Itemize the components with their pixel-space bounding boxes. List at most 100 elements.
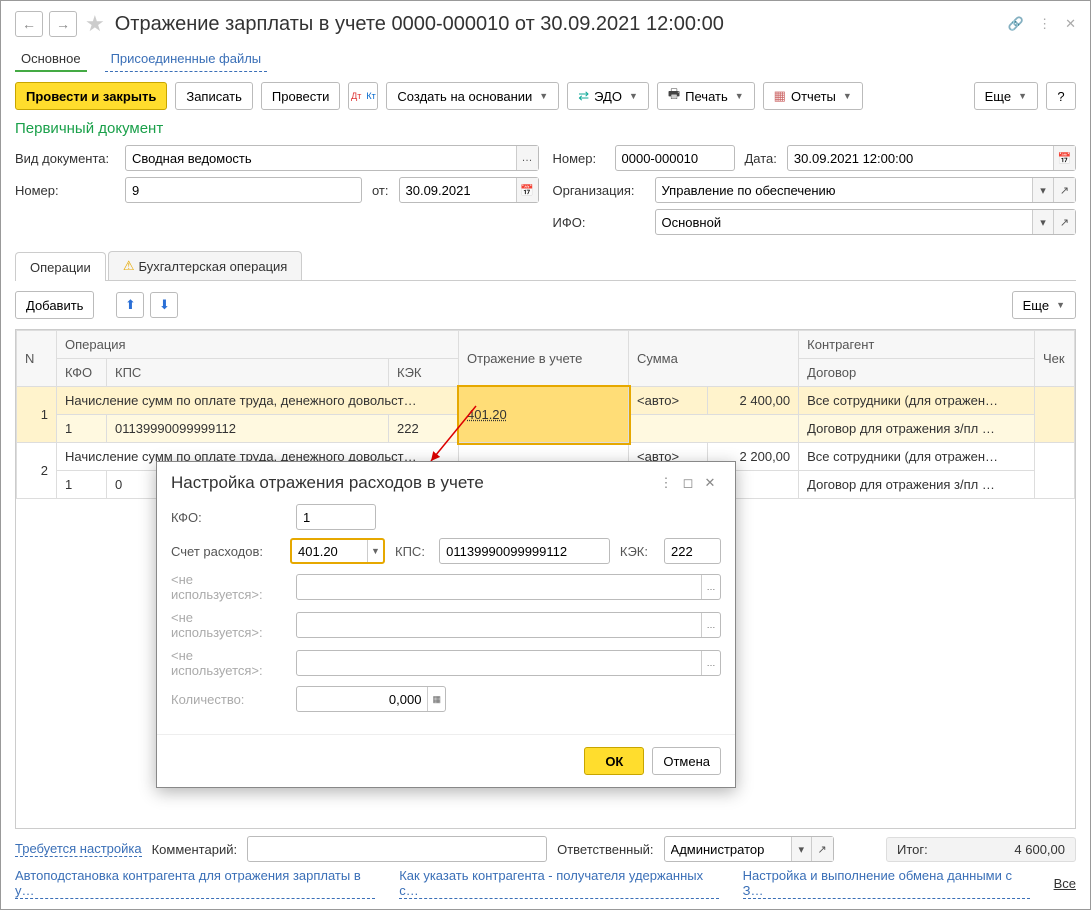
table-row[interactable]: 1 Начисление сумм по оплате труда, денеж… [17,387,1075,415]
post-and-close-button[interactable]: Провести и закрыть [15,82,167,110]
responsible-label: Ответственный: [557,842,653,857]
responsible-input[interactable] [665,837,791,861]
ellipsis-icon[interactable]: … [701,613,720,637]
date-label: Дата: [745,151,777,166]
col-contract[interactable]: Договор [799,359,1035,387]
add-row-button[interactable]: Добавить [15,291,94,319]
doc-type-label: Вид документа: [15,151,115,166]
kek-input[interactable] [665,539,720,563]
create-based-on-button[interactable]: Создать на основании▼ [386,82,559,110]
ifo-input[interactable] [656,210,1032,234]
col-kek[interactable]: КЭК [389,359,459,387]
total-value: 4 600,00 [1014,842,1065,857]
dialog-close-icon[interactable]: ✕ [699,472,721,494]
kps-input[interactable] [440,539,609,563]
doc-type-input[interactable] [126,146,516,170]
close-icon[interactable]: ✕ [1065,16,1076,32]
back-button[interactable]: ← [15,11,43,37]
calendar-icon[interactable]: 📅 [516,178,538,202]
col-kps[interactable]: КПС [107,359,389,387]
comment-label: Комментарий: [152,842,238,857]
number2-label: Номер: [15,183,115,198]
from-date-input[interactable] [400,178,516,202]
unused-input-3[interactable] [297,651,701,675]
col-reflection[interactable]: Отражение в учете [459,331,629,387]
calendar-icon[interactable]: 📅 [1053,146,1075,170]
kebab-icon[interactable]: ⋮ [1038,16,1051,32]
ifo-dropdown-button[interactable]: ▾ [1032,210,1053,234]
more-button[interactable]: Еще▼ [974,82,1038,110]
col-n[interactable]: N [17,331,57,387]
ifo-open-button[interactable]: ↗ [1053,210,1075,234]
org-label: Организация: [553,183,645,198]
ellipsis-icon[interactable]: … [701,651,720,675]
kfo-label: КФО: [171,510,286,525]
kfo-input[interactable] [297,505,375,529]
dialog-kebab-icon[interactable]: ⋮ [655,472,677,494]
responsible-open-button[interactable]: ↗ [811,837,833,861]
dialog-maximize-icon[interactable]: ◻ [677,472,699,494]
responsible-dropdown-button[interactable]: ▾ [791,837,811,861]
save-button[interactable]: Записать [175,82,253,110]
number2-input[interactable] [126,178,361,202]
needs-setup-link[interactable]: Требуется настройка [15,841,142,857]
forward-button[interactable]: → [49,11,77,37]
page-title: Отражение зарплаты в учете 0000-000010 о… [115,13,724,36]
favorite-star-icon[interactable]: ★ [85,11,105,37]
tab-main[interactable]: Основное [15,47,87,72]
chevron-down-icon: ▼ [843,91,852,101]
dt-kt-button[interactable]: ДтКт [348,82,378,110]
org-dropdown-button[interactable]: ▾ [1032,178,1053,202]
section-title: Первичный документ [15,120,1076,137]
reg-number-input[interactable] [616,146,734,170]
col-check[interactable]: Чек [1035,331,1075,387]
unused-input-1[interactable] [297,575,701,599]
edo-button[interactable]: ⇄ЭДО▼ [567,82,649,110]
move-down-button[interactable]: ⬇ [150,292,178,318]
expense-account-input[interactable] [292,539,367,563]
chevron-down-icon[interactable]: ▼ [367,540,383,562]
reports-button[interactable]: ▦Отчеты▼ [763,82,863,110]
print-button[interactable]: 🖶Печать▼ [657,82,755,110]
org-input[interactable] [656,178,1032,202]
printer-icon: 🖶 [668,85,680,107]
col-counterparty[interactable]: Контрагент [799,331,1035,359]
cancel-button[interactable]: Отмена [652,747,721,775]
chevron-down-icon: ▼ [539,91,548,101]
dialog-title: Настройка отражения расходов в учете [171,473,484,493]
footer-link-2[interactable]: Как указать контрагента - получателя уде… [399,868,718,899]
col-kfo[interactable]: КФО [57,359,107,387]
edo-icon: ⇄ [578,88,589,104]
expense-settings-dialog: Настройка отражения расходов в учете ⋮ ◻… [156,461,736,788]
post-button[interactable]: Провести [261,82,341,110]
chevron-down-icon: ▼ [735,91,744,101]
tab-accounting-operation[interactable]: Бухгалтерская операция [108,251,303,280]
kps-label: КПС: [395,544,429,559]
quantity-input[interactable] [297,687,427,711]
comment-input[interactable] [248,837,546,861]
org-open-button[interactable]: ↗ [1053,178,1075,202]
table-more-button[interactable]: Еще▼ [1012,291,1076,319]
tab-attached-files[interactable]: Присоединенные файлы [105,47,268,72]
col-sum[interactable]: Сумма [629,331,799,387]
ellipsis-icon[interactable]: … [701,575,720,599]
move-up-button[interactable]: ⬆ [116,292,144,318]
doc-type-select-button[interactable]: … [516,146,538,170]
link-icon[interactable]: 🔗 [1008,16,1024,32]
unused-label-3: <не используется>: [171,648,286,678]
date-input[interactable] [788,146,1053,170]
active-cell-reflection[interactable]: 401.20 [459,387,629,443]
chevron-down-icon: ▼ [1056,300,1065,310]
help-button[interactable]: ? [1046,82,1076,110]
quantity-label: Количество: [171,692,286,707]
calculator-icon[interactable]: ▦ [427,687,445,711]
unused-input-2[interactable] [297,613,701,637]
kek-label: КЭК: [620,544,654,559]
expense-account-label: Счет расходов: [171,544,280,559]
all-link[interactable]: Все [1054,876,1076,891]
footer-link-1[interactable]: Автоподстановка контрагента для отражени… [15,868,375,899]
col-operation[interactable]: Операция [57,331,459,359]
tab-operations[interactable]: Операции [15,252,106,281]
ok-button[interactable]: ОК [584,747,644,775]
footer-link-3[interactable]: Настройка и выполнение обмена данными с … [743,868,1030,899]
